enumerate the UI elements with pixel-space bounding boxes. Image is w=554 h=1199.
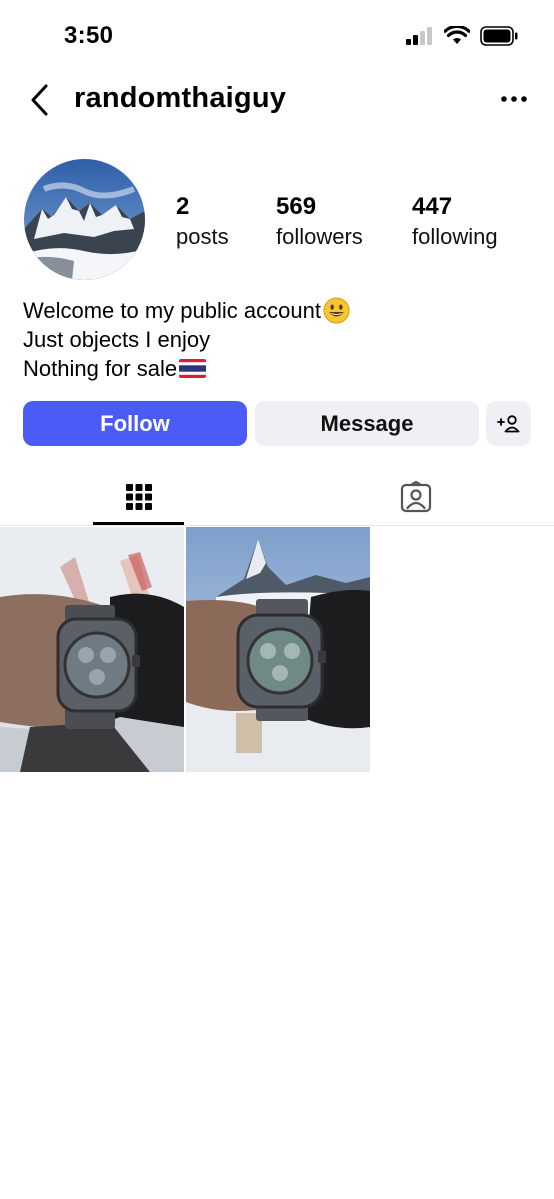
smiling-face-emoji-icon xyxy=(323,297,350,324)
profile-tabs xyxy=(0,468,554,526)
follow-button[interactable]: Follow xyxy=(23,401,247,446)
suggested-accounts-button[interactable] xyxy=(486,401,531,446)
status-time: 3:50 xyxy=(64,22,114,49)
post-thumbnail-2[interactable] xyxy=(186,527,370,772)
battery-icon xyxy=(480,26,518,46)
following-label: following xyxy=(412,224,498,249)
add-person-icon xyxy=(496,414,519,432)
more-options-button[interactable] xyxy=(496,84,532,114)
bio-line-1-text: Welcome to my public account xyxy=(23,298,321,323)
status-icons xyxy=(406,26,518,46)
bio-line-2: Just objects I enjoy xyxy=(23,325,350,354)
chevron-left-icon xyxy=(31,84,48,116)
profile-bio: Welcome to my public account Just object… xyxy=(23,296,350,383)
cellular-signal-icon xyxy=(406,27,432,45)
tagged-person-icon xyxy=(400,481,431,513)
back-button[interactable] xyxy=(22,80,58,120)
stat-following[interactable]: 447 following xyxy=(412,192,498,252)
grid-icon xyxy=(125,484,152,510)
nav-bar: randomthaiguy xyxy=(0,72,554,128)
status-bar: 3:50 xyxy=(0,0,554,72)
profile-username: randomthaiguy xyxy=(74,82,287,114)
tab-tagged[interactable] xyxy=(370,468,461,526)
avatar-image xyxy=(24,159,145,280)
posts-count: 2 xyxy=(176,193,190,220)
bio-line-3: Nothing for sale xyxy=(23,354,350,383)
stat-posts: 2 posts xyxy=(176,192,229,252)
post-image-2 xyxy=(186,527,370,772)
bio-line-1: Welcome to my public account xyxy=(23,296,350,325)
bio-line-2-text: Just objects I enjoy xyxy=(23,327,211,352)
message-button[interactable]: Message xyxy=(255,401,479,446)
profile-avatar[interactable] xyxy=(24,159,145,280)
post-image-1 xyxy=(0,527,184,772)
stat-followers[interactable]: 569 followers xyxy=(276,192,363,252)
followers-label: followers xyxy=(276,224,363,249)
following-count: 447 xyxy=(412,193,453,220)
thailand-flag-emoji-icon xyxy=(179,359,207,378)
posts-label: posts xyxy=(176,224,229,249)
post-thumbnail-1[interactable] xyxy=(0,527,184,772)
tab-posts-grid[interactable] xyxy=(93,468,184,526)
wifi-icon xyxy=(444,26,470,44)
followers-count: 569 xyxy=(276,193,317,220)
active-tab-indicator xyxy=(93,522,184,525)
more-horizontal-icon xyxy=(501,96,527,102)
bio-line-3-text: Nothing for sale xyxy=(23,356,178,381)
